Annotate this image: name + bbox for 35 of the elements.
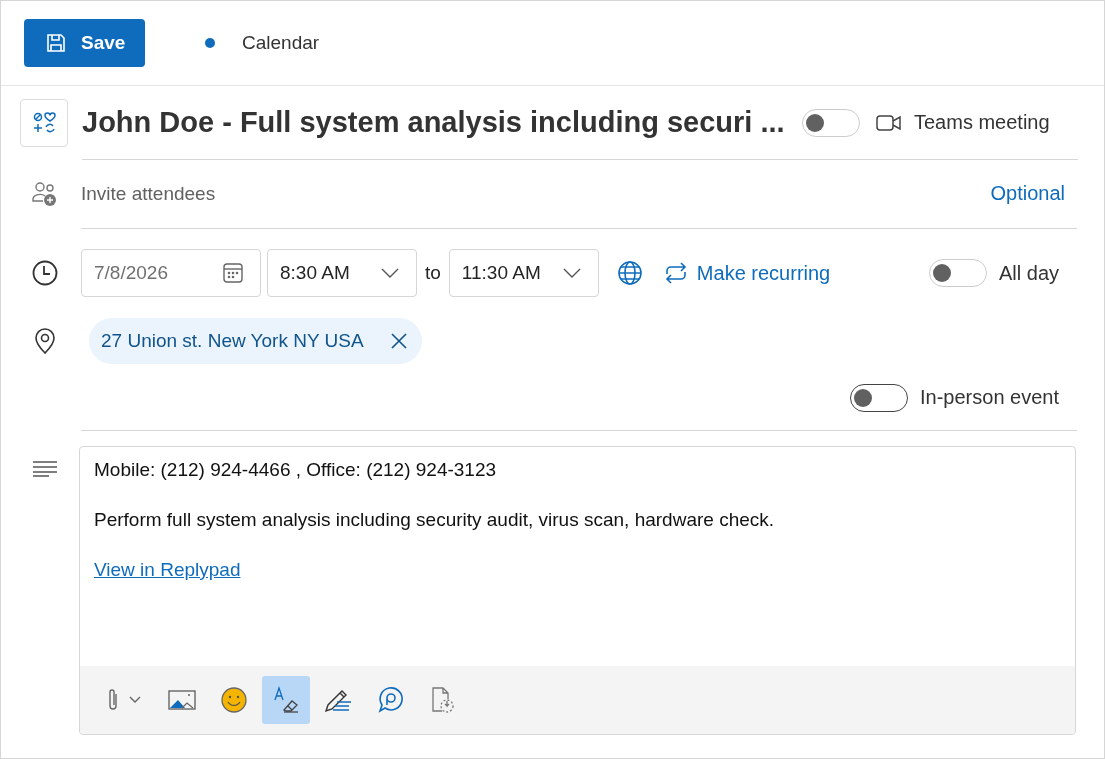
clear-formatting-button[interactable] xyxy=(262,676,310,724)
chevron-down-icon xyxy=(561,267,582,279)
category-button[interactable] xyxy=(20,98,68,147)
end-time-dropdown[interactable]: 11:30 AM xyxy=(448,249,599,297)
save-button[interactable]: Save xyxy=(24,19,145,67)
clock-icon xyxy=(31,259,59,287)
calendar-icon xyxy=(222,262,244,284)
smiley-icon xyxy=(220,686,248,714)
close-icon[interactable] xyxy=(389,332,408,350)
all-day-label: All day xyxy=(998,261,1059,285)
to-label: to xyxy=(425,262,441,284)
view-in-replypad-link[interactable]: View in Replypad xyxy=(94,559,241,580)
calendar-label: Calendar xyxy=(242,32,320,54)
eraser-icon xyxy=(272,686,300,714)
add-people-icon xyxy=(31,180,59,208)
teams-meeting-label: Teams meeting xyxy=(914,111,1050,134)
make-recurring-link[interactable]: Make recurring xyxy=(662,261,831,285)
location-chip[interactable]: 27 Union st. New York NY USA xyxy=(89,318,422,364)
chevron-down-icon xyxy=(380,267,400,279)
date-field[interactable]: 7/8/2026 xyxy=(81,249,261,297)
optional-link[interactable]: Optional xyxy=(990,182,1065,205)
body-text: Mobile: (212) 924-4466 , Office: (212) 924-3123 xyxy=(94,459,498,481)
location-pin-icon xyxy=(33,327,57,355)
description-editor[interactable]: Mobile: (212) 924-4466 , Office: (212) 924-3123 Perform full system analysis including security audit, virus scan, hardware check. View in Replypad xyxy=(79,446,1076,735)
event-title[interactable]: John Doe - Full system analysis including securi ... xyxy=(82,106,802,139)
image-icon xyxy=(168,689,196,711)
globe-icon[interactable] xyxy=(616,260,643,286)
body-text: Perform full system analysis including security audit, virus scan, hardware check. xyxy=(94,509,776,531)
start-time-dropdown[interactable]: 8:30 AM xyxy=(267,249,417,297)
calendar-dot xyxy=(205,38,215,48)
video-camera-icon xyxy=(876,112,902,133)
in-person-event-label: In-person event xyxy=(920,386,1059,409)
text-lines-icon xyxy=(32,460,58,478)
save-icon xyxy=(45,32,67,54)
speech-bubble-icon xyxy=(376,686,404,714)
